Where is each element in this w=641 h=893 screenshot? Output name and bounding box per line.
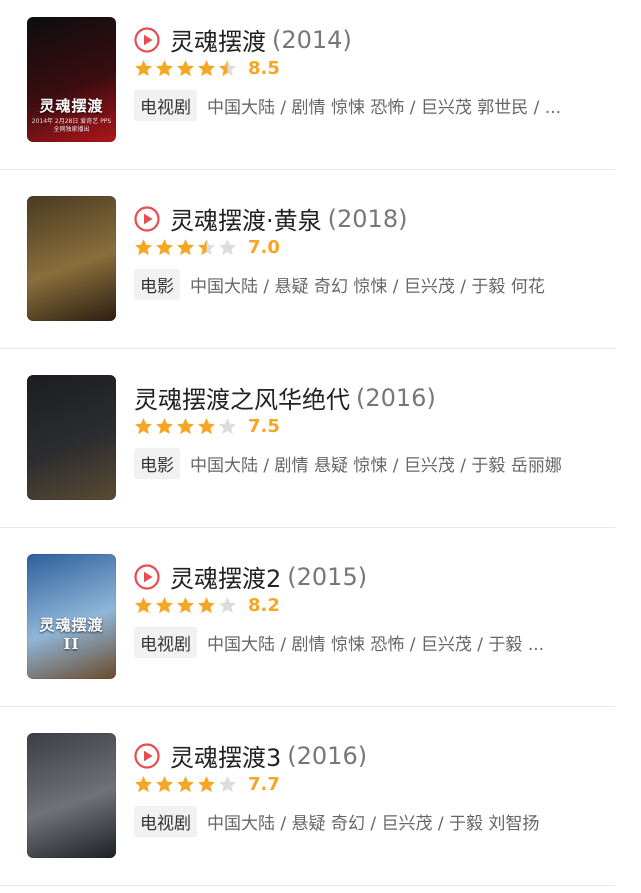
play-icon[interactable] [134,205,160,232]
star-full-icon [156,417,173,434]
item-title[interactable]: 灵魂摆渡2 [170,559,281,594]
play-icon[interactable] [134,26,160,53]
movie-result-list: 灵魂摆渡 2014年 2月28日 爱奇艺 PPS 全网独家播出 灵魂摆渡 (20… [0,0,641,893]
star-empty-icon [219,417,236,434]
star-full-icon [177,417,194,434]
list-item[interactable]: 灵魂摆渡II 灵魂摆渡2 (2015) 8.2 电视剧 中国大陆 / 剧情 惊悚… [0,528,615,707]
type-badge: 电视剧 [134,90,197,121]
star-full-icon [135,596,152,613]
star-empty-icon [219,775,236,792]
star-half-icon [198,238,215,255]
star-full-icon [156,59,173,76]
poster-image[interactable] [27,733,116,858]
rating-score: 7.7 [248,773,280,795]
poster-image[interactable] [27,375,116,500]
item-title[interactable]: 灵魂摆渡3 [170,738,281,773]
list-item[interactable]: 灵魂摆渡3 (2016) 7.7 电视剧 中国大陆 / 悬疑 奇幻 / 巨兴茂 … [0,707,615,886]
type-badge: 电影 [134,448,180,479]
item-title[interactable]: 灵魂摆渡之风华绝代 [134,380,350,415]
type-badge: 电影 [134,269,180,300]
item-meta: 中国大陆 / 悬疑 奇幻 惊悚 / 巨兴茂 / 于毅 何花 [190,277,545,297]
rating-stars [134,596,237,615]
list-item[interactable]: 灵魂摆渡 2014年 2月28日 爱奇艺 PPS 全网独家播出 灵魂摆渡 (20… [0,0,615,170]
star-full-icon [135,775,152,792]
type-badge: 电视剧 [134,806,197,837]
item-meta: 中国大陆 / 剧情 惊悚 恐怖 / 巨兴茂 / 于毅 ... [207,635,545,655]
star-full-icon [135,417,152,434]
star-full-icon [177,59,194,76]
poster-image[interactable]: 灵魂摆渡II [27,554,116,679]
rating-score: 7.0 [248,236,280,258]
star-full-icon [198,59,215,76]
poster-title: 灵魂摆渡II [39,616,104,653]
play-icon[interactable] [134,742,160,769]
item-meta: 中国大陆 / 剧情 悬疑 惊悚 / 巨兴茂 / 于毅 岳丽娜 [190,456,562,476]
poster-image[interactable] [27,196,116,321]
play-icon[interactable] [134,563,160,590]
star-full-icon [177,238,194,255]
rating-score: 8.5 [248,57,280,79]
list-item[interactable]: 灵魂摆渡之风华绝代 (2016) 7.5 电影 中国大陆 / 剧情 悬疑 惊悚 … [0,349,615,528]
item-year: (2014) [272,25,352,54]
star-full-icon [156,596,173,613]
star-full-icon [198,596,215,613]
item-year: (2016) [287,741,368,770]
rating-stars [134,417,237,436]
star-full-icon [177,596,194,613]
poster-image[interactable]: 灵魂摆渡 2014年 2月28日 爱奇艺 PPS 全网独家播出 [27,17,116,142]
rating-stars [134,775,237,794]
star-half-icon [219,59,236,76]
poster-title: 灵魂摆渡 [39,97,104,115]
rating-score: 7.5 [248,415,280,437]
item-year: (2016) [356,383,436,412]
item-title[interactable]: 灵魂摆渡 [170,22,266,57]
item-meta: 中国大陆 / 剧情 惊悚 恐怖 / 巨兴茂 郭世民 / ... [207,98,562,118]
star-empty-icon [219,596,236,613]
star-full-icon [156,238,173,255]
star-empty-icon [219,238,236,255]
item-year: (2018) [327,204,408,233]
list-item[interactable]: 灵魂摆渡·黄泉 (2018) 7.0 电影 中国大陆 / 悬疑 奇幻 惊悚 / … [0,170,615,349]
item-year: (2015) [287,562,368,591]
star-full-icon [135,59,152,76]
rating-stars [134,238,237,257]
star-full-icon [198,775,215,792]
rating-stars [134,59,237,78]
star-full-icon [177,775,194,792]
item-title[interactable]: 灵魂摆渡·黄泉 [170,201,322,236]
item-meta: 中国大陆 / 悬疑 奇幻 / 巨兴茂 / 于毅 刘智扬 [207,814,540,834]
star-full-icon [135,238,152,255]
type-badge: 电视剧 [134,627,197,658]
poster-caption: 2014年 2月28日 爱奇艺 PPS 全网独家播出 [31,118,112,133]
star-full-icon [198,417,215,434]
star-full-icon [156,775,173,792]
rating-score: 8.2 [248,594,280,616]
